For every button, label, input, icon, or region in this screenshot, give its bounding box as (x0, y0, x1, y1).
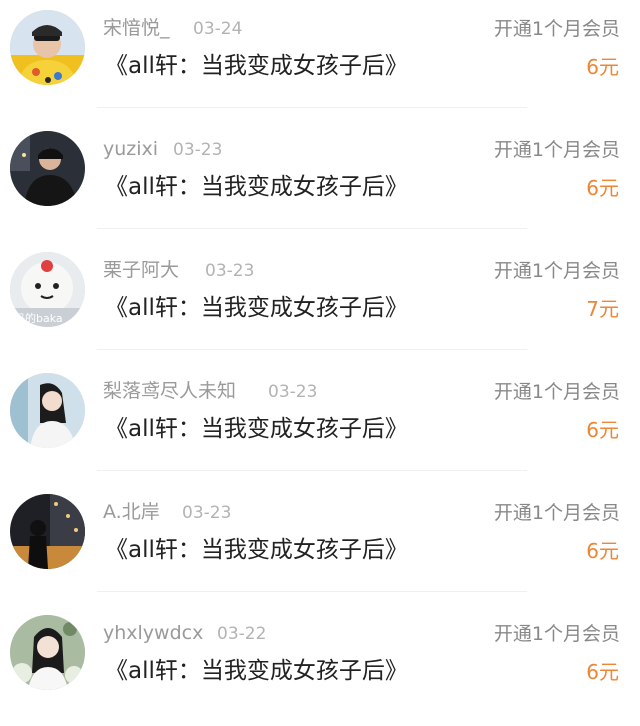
user-avatar-icon (10, 131, 85, 206)
user-avatar[interactable] (10, 494, 85, 569)
username[interactable]: 宋愔悦_ (103, 16, 170, 40)
user-avatar-icon (10, 373, 85, 448)
book-title[interactable]: 《all轩：当我变成女孩子后》 (105, 656, 408, 686)
purchase-action: 开通1个月会员 (493, 381, 620, 403)
user-avatar-icon (10, 10, 85, 85)
user-avatar[interactable] (10, 10, 85, 85)
user-avatar[interactable]: 妈的baka (10, 252, 85, 327)
list-item[interactable]: yuzixi 03-23 开通1个月会员 《all轩：当我变成女孩子后》 6元 (0, 121, 640, 242)
username[interactable]: 梨落鸢尽人未知 (103, 379, 236, 403)
price: 6元 (586, 55, 619, 79)
svg-text:妈的baka: 妈的baka (14, 311, 63, 325)
username[interactable]: yuzixi (103, 137, 158, 161)
row-divider (97, 107, 527, 108)
username[interactable]: yhxlywdcx (103, 621, 203, 645)
book-title[interactable]: 《all轩：当我变成女孩子后》 (105, 535, 408, 565)
row-divider (97, 470, 527, 471)
purchase-action: 开通1个月会员 (493, 139, 620, 161)
purchase-record-list: 宋愔悦_ 03-24 开通1个月会员 《all轩：当我变成女孩子后》 6元 yu… (0, 0, 640, 718)
purchase-action: 开通1个月会员 (493, 260, 620, 282)
price: 6元 (586, 176, 619, 200)
list-item[interactable]: 妈的baka 栗子阿大 03-23 开通1个月会员 《all轩：当我变成女孩子后… (0, 242, 640, 363)
purchase-date: 03-23 (182, 503, 232, 523)
purchase-action: 开通1个月会员 (493, 18, 620, 40)
list-item[interactable]: 梨落鸢尽人未知 03-23 开通1个月会员 《all轩：当我变成女孩子后》 6元 (0, 363, 640, 484)
book-title[interactable]: 《all轩：当我变成女孩子后》 (105, 172, 408, 202)
book-title[interactable]: 《all轩：当我变成女孩子后》 (105, 51, 408, 81)
user-avatar-icon (10, 494, 85, 569)
book-title[interactable]: 《all轩：当我变成女孩子后》 (105, 414, 408, 444)
price: 7元 (586, 297, 619, 321)
user-avatar-icon (10, 615, 85, 690)
user-avatar[interactable] (10, 615, 85, 690)
purchase-action: 开通1个月会员 (493, 623, 620, 645)
purchase-date: 03-22 (217, 624, 267, 644)
username[interactable]: 栗子阿大 (103, 258, 179, 282)
purchase-date: 03-23 (205, 261, 255, 281)
user-avatar[interactable] (10, 131, 85, 206)
row-divider (97, 228, 527, 229)
user-avatar[interactable] (10, 373, 85, 448)
price: 6元 (586, 539, 619, 563)
book-title[interactable]: 《all轩：当我变成女孩子后》 (105, 293, 408, 323)
user-avatar-icon: 妈的baka (10, 252, 85, 327)
list-item[interactable]: yhxlywdcx 03-22 开通1个月会员 《all轩：当我变成女孩子后》 … (0, 605, 640, 726)
row-divider (97, 591, 527, 592)
purchase-date: 03-23 (268, 382, 318, 402)
price: 6元 (586, 418, 619, 442)
purchase-date: 03-23 (173, 140, 223, 160)
list-item[interactable]: A.北岸 03-23 开通1个月会员 《all轩：当我变成女孩子后》 6元 (0, 484, 640, 605)
row-divider (97, 349, 527, 350)
purchase-date: 03-24 (193, 19, 243, 39)
price: 6元 (586, 660, 619, 684)
purchase-action: 开通1个月会员 (493, 502, 620, 524)
list-item[interactable]: 宋愔悦_ 03-24 开通1个月会员 《all轩：当我变成女孩子后》 6元 (0, 0, 640, 121)
username[interactable]: A.北岸 (103, 500, 160, 524)
